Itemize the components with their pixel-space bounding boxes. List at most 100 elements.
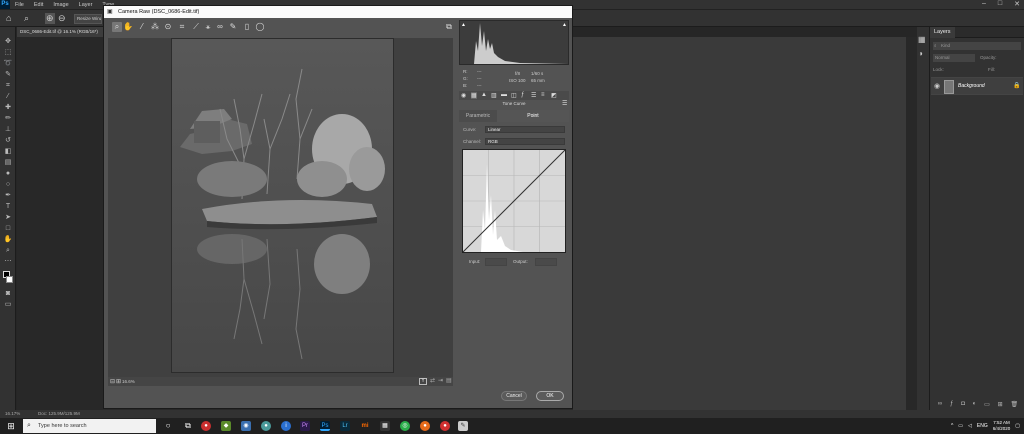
color-sampler-icon[interactable]: ⁂ [150, 22, 160, 32]
menu-file[interactable]: File [10, 2, 29, 8]
toggle-settings-icon[interactable]: ▤ [446, 377, 452, 384]
tone-curve-panel-icon[interactable]: ▦ [471, 92, 477, 99]
output-field[interactable] [535, 258, 557, 266]
dodge-tool-icon[interactable]: ○ [3, 180, 13, 190]
graduated-filter-icon[interactable]: ▯ [242, 22, 252, 32]
cortana-icon[interactable]: ○ [163, 421, 173, 431]
tab-parametric[interactable]: Parametric [459, 110, 497, 122]
crop-tool-icon[interactable]: ⌗ [177, 22, 187, 32]
app-icon-red[interactable]: ● [201, 421, 211, 431]
panel-menu-icon[interactable]: ☰ [562, 100, 567, 107]
quick-mask-icon[interactable]: ◙ [3, 289, 13, 299]
background-color-swatch[interactable] [6, 276, 16, 286]
healing-brush-icon[interactable]: ✚ [3, 103, 13, 113]
tone-curve-graph[interactable] [462, 149, 566, 253]
zoom-out-button[interactable]: ⊟ [110, 378, 115, 385]
radial-filter-icon[interactable]: ◯ [255, 22, 265, 32]
quick-select-tool-icon[interactable]: ✎ [3, 70, 13, 80]
effects-fx-icon[interactable]: ƒ [521, 92, 524, 98]
move-tool-icon[interactable]: ✥ [3, 37, 13, 47]
menu-image[interactable]: Image [48, 2, 73, 8]
white-balance-tool-icon[interactable]: ⁄ [137, 22, 147, 32]
notifications-icon[interactable]: ▢ [1015, 423, 1020, 429]
zoom-tool-icon[interactable]: ⌕ [24, 13, 29, 24]
zoom-tool-icon[interactable]: ⌕ [112, 22, 122, 32]
home-icon[interactable]: ⌂ [6, 13, 11, 23]
trash-icon[interactable]: 🗑 [1010, 401, 1018, 409]
tray-overflow-icon[interactable]: ^ [951, 423, 953, 429]
history-brush-icon[interactable]: ↺ [3, 136, 13, 146]
filter-kind-select[interactable]: ⌕ Kind [933, 42, 1021, 50]
pen-tool-icon[interactable]: ✒ [3, 191, 13, 201]
menu-layer[interactable]: Layer [74, 2, 98, 8]
lasso-tool-icon[interactable]: ➰ [3, 59, 13, 69]
channel-select[interactable]: RGB [485, 138, 565, 145]
tool-app-icon[interactable]: ✎ [458, 421, 468, 431]
start-button[interactable]: ⊞ [0, 418, 22, 434]
volume-icon[interactable]: ◁ [968, 423, 972, 429]
curve-select[interactable]: Linear [485, 126, 565, 133]
detail-panel-icon[interactable]: ▲ [481, 92, 487, 98]
shadow-clipping-icon[interactable]: ▲ [461, 22, 466, 28]
resize-windows-checkbox[interactable]: Resize Windo [74, 14, 102, 24]
gradient-tool-icon[interactable]: ▤ [3, 158, 13, 168]
basic-panel-icon[interactable]: ◉ [461, 92, 466, 99]
taskbar-search[interactable]: ⌕ Type here to search [23, 419, 156, 433]
menu-edit[interactable]: Edit [29, 2, 48, 8]
split-toning-icon[interactable]: ▬ [501, 92, 507, 98]
premiere-icon[interactable]: Pr [300, 421, 310, 431]
task-view-icon[interactable]: ⧉ [183, 421, 193, 431]
adjustment-brush-icon[interactable]: ✎ [228, 22, 238, 32]
group-icon[interactable]: ▭ [984, 401, 990, 409]
type-tool-icon[interactable]: T [3, 202, 13, 212]
swap-settings-icon[interactable]: ⇄ [430, 377, 435, 384]
close-button[interactable]: ✕ [1014, 0, 1020, 8]
layer-row-background[interactable]: ◉ Background 🔒 [931, 77, 1023, 95]
grid-app-icon[interactable]: ▦ [380, 421, 390, 431]
document-tab[interactable]: DSC_0686-Edit.tif @ 16.1% (RGB/16*) [17, 27, 104, 37]
rectangle-tool-icon[interactable]: □ [3, 224, 13, 234]
red-eye-icon[interactable]: ∞ [215, 22, 225, 32]
wechat-icon[interactable]: ◎ [400, 421, 410, 431]
highlight-clipping-icon[interactable]: ▲ [562, 22, 567, 28]
stamp-tool-icon[interactable]: ⊥ [3, 125, 13, 135]
fill-label[interactable]: Fill: [988, 66, 1020, 74]
layer-name[interactable]: Background [958, 83, 985, 89]
tab-layers[interactable]: Layers [930, 27, 955, 38]
zoom-level-select[interactable]: 16.6% [122, 377, 135, 386]
layer-style-icon[interactable]: ƒ [950, 401, 953, 409]
hand-tool-icon[interactable]: ✋ [123, 22, 133, 32]
app-icon-info[interactable]: i [281, 421, 291, 431]
app-icon-green[interactable]: ◆ [221, 421, 231, 431]
tab-point[interactable]: Point [497, 110, 569, 122]
presets-icon[interactable]: ≡ [541, 92, 545, 98]
opacity-label[interactable]: Opacity: [980, 54, 1020, 62]
adjustment-layer-icon[interactable]: ◐ [973, 401, 977, 409]
adjustments-panel-icon[interactable]: ◑ [918, 49, 923, 58]
network-icon[interactable]: ▭ [958, 423, 963, 429]
maximize-button[interactable]: □ [998, 0, 1002, 8]
hand-tool-icon[interactable]: ✋ [3, 235, 13, 245]
red-circle-app-icon[interactable]: ● [440, 421, 450, 431]
snapshots-icon[interactable]: ◩ [551, 92, 557, 99]
input-field[interactable] [485, 258, 507, 266]
spot-removal-icon[interactable]: ⚹ [203, 22, 213, 32]
add-mask-icon[interactable]: ◘ [961, 401, 965, 409]
lightroom-icon[interactable]: Lr [340, 421, 350, 431]
zoom-in-icon[interactable]: ⊕ [45, 13, 55, 24]
before-after-toggle[interactable]: Y [419, 378, 427, 385]
eraser-tool-icon[interactable]: ◧ [3, 147, 13, 157]
firefox-icon[interactable]: ● [420, 421, 430, 431]
zoom-tool-icon[interactable]: ⌕ [3, 246, 13, 256]
marquee-tool-icon[interactable]: ⬚ [3, 48, 13, 58]
visibility-eye-icon[interactable]: ◉ [934, 82, 940, 90]
brush-tool-icon[interactable]: ✏ [3, 114, 13, 124]
calibration-icon[interactable]: ☰ [531, 92, 536, 99]
targeted-adjust-icon[interactable]: ⊙ [163, 22, 173, 32]
mi-app-icon[interactable]: mi [360, 421, 370, 431]
cancel-button[interactable]: Cancel [501, 391, 527, 401]
new-layer-icon[interactable]: ⊞ [998, 401, 1003, 409]
lens-corrections-icon[interactable]: ◫ [511, 92, 517, 99]
blend-mode-select[interactable]: Normal [933, 54, 975, 62]
status-zoom[interactable]: 16.17% [5, 411, 20, 416]
